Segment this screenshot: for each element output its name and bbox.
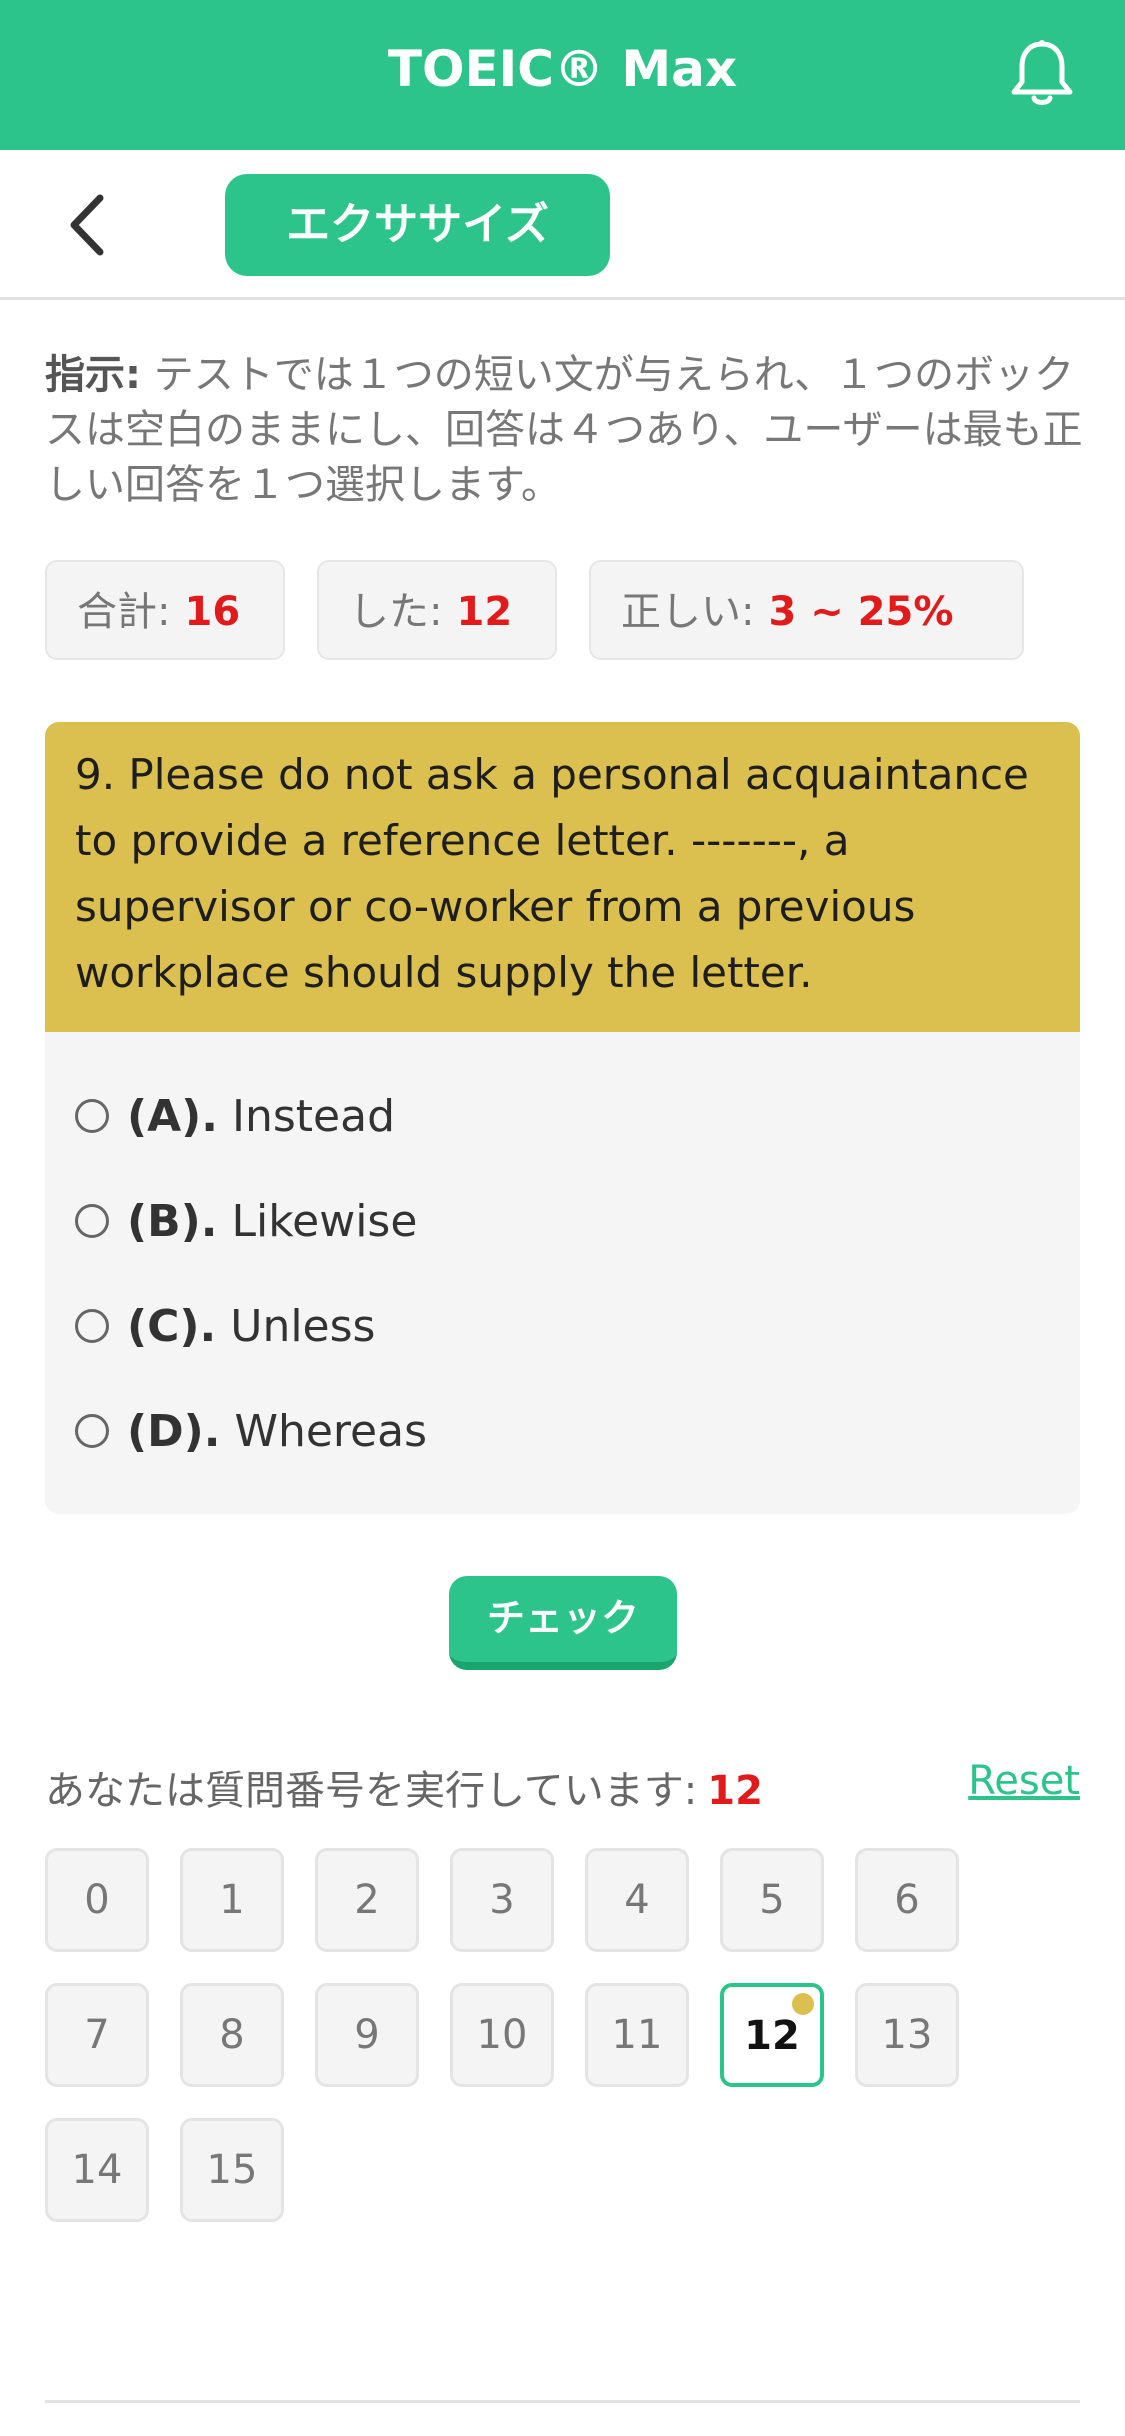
question-text: 9. Please do not ask a personal acquaint… [45, 722, 1080, 1032]
app-bar: TOEIC® Max [0, 0, 1125, 150]
question-cell[interactable]: 14 [45, 2118, 149, 2222]
stat-correct-value: 3 ~ 25% [768, 589, 954, 635]
question-card: 9. Please do not ask a personal acquaint… [45, 722, 1080, 1514]
running-label: あなたは質問番号を実行しています: [45, 1768, 698, 1814]
radio-icon[interactable] [75, 1204, 109, 1238]
question-cell[interactable]: 6 [855, 1848, 959, 1952]
option-key: (A). [127, 1091, 218, 1142]
question-cell[interactable]: 13 [855, 1983, 959, 2087]
option-text: Whereas [234, 1406, 428, 1457]
question-cell[interactable]: 5 [720, 1848, 824, 1952]
stat-total-value: 16 [184, 589, 241, 635]
current-question-number: 12 [707, 1768, 763, 1814]
option-text: Instead [232, 1091, 396, 1142]
app-title: TOEIC® Max [387, 40, 738, 98]
option-key: (D). [127, 1406, 221, 1457]
question-cell-label: 12 [744, 2013, 800, 2059]
option-key: (B). [127, 1196, 218, 1247]
question-cell[interactable]: 8 [180, 1983, 284, 2087]
question-cell[interactable]: 10 [450, 1983, 554, 2087]
chevron-left-icon[interactable] [62, 190, 112, 260]
stat-done-value: 12 [456, 589, 513, 635]
question-cell[interactable]: 9 [315, 1983, 419, 2087]
option-key: (C). [127, 1301, 217, 1352]
stat-done: した: 12 [317, 560, 557, 660]
question-cell-current[interactable]: 12 [720, 1983, 824, 2087]
bell-icon[interactable] [1009, 38, 1075, 110]
divider [45, 2400, 1080, 2403]
question-cell[interactable]: 4 [585, 1848, 689, 1952]
question-cell[interactable]: 11 [585, 1983, 689, 2087]
check-button[interactable]: チェック [449, 1576, 677, 1670]
question-cell[interactable]: 2 [315, 1848, 419, 1952]
option-b[interactable]: (B). Likewise [75, 1182, 417, 1262]
radio-icon[interactable] [75, 1414, 109, 1448]
instructions-label: 指示: [45, 352, 141, 398]
nav-bar: エクササイズ [0, 150, 1125, 300]
current-indicator-dot [792, 1993, 814, 2015]
stat-correct-label: 正しい: [621, 589, 755, 635]
question-cell[interactable]: 3 [450, 1848, 554, 1952]
tab-exercise[interactable]: エクササイズ [225, 174, 610, 276]
running-question: あなたは質問番号を実行しています: 12 [45, 1758, 763, 1816]
stat-total-label: 合計: [77, 589, 171, 635]
option-text: Unless [230, 1301, 376, 1352]
question-cell[interactable]: 15 [180, 2118, 284, 2222]
stat-done-label: した: [349, 589, 443, 635]
question-cell[interactable]: 1 [180, 1848, 284, 1952]
stat-total: 合計: 16 [45, 560, 285, 660]
radio-icon[interactable] [75, 1309, 109, 1343]
question-cell[interactable]: 7 [45, 1983, 149, 2087]
reset-link[interactable]: Reset [968, 1758, 1080, 1804]
radio-icon[interactable] [75, 1099, 109, 1133]
option-c[interactable]: (C). Unless [75, 1287, 375, 1367]
instructions: 指示: テストでは１つの短い文が与えられ、１つのボックスは空白のままにし、回答は… [45, 348, 1085, 513]
stat-correct: 正しい: 3 ~ 25% [589, 560, 1024, 660]
instructions-text: テストでは１つの短い文が与えられ、１つのボックスは空白のままにし、回答は４つあり… [45, 352, 1083, 508]
option-text: Likewise [231, 1196, 418, 1247]
option-d[interactable]: (D). Whereas [75, 1392, 427, 1472]
question-cell[interactable]: 0 [45, 1848, 149, 1952]
option-a[interactable]: (A). Instead [75, 1077, 395, 1157]
